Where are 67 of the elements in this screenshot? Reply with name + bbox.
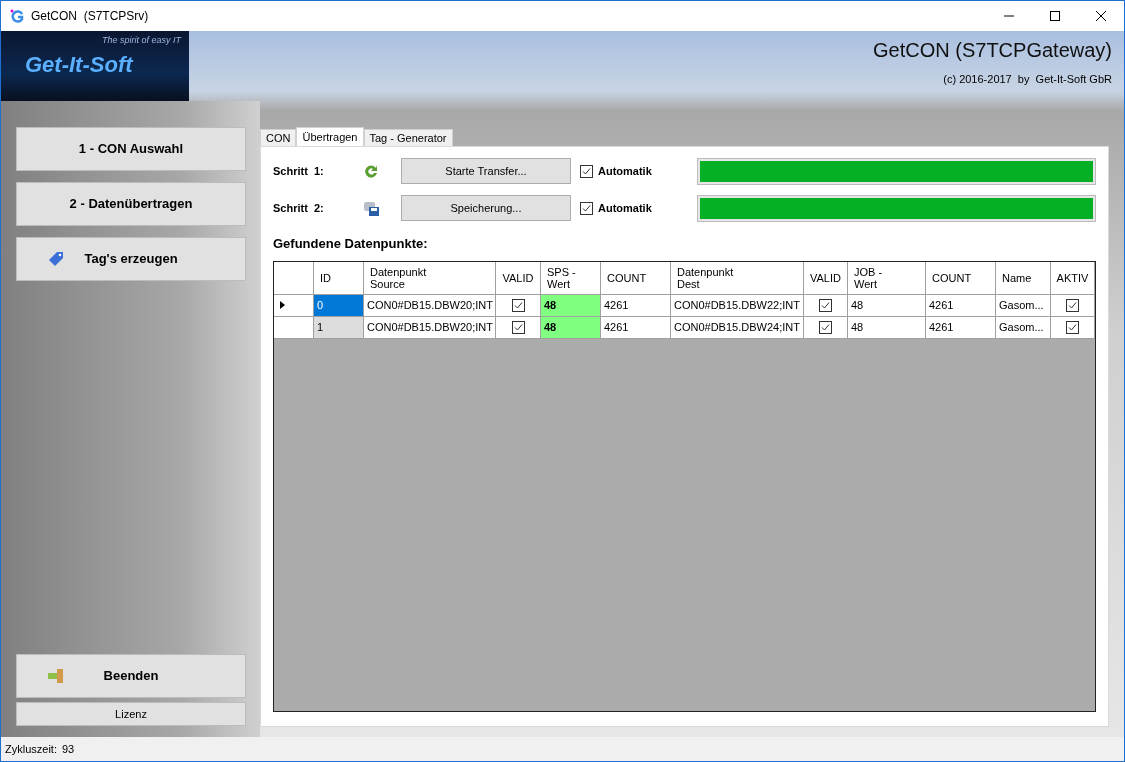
table-cell: CON0#DB15.DBW24;INT [671, 316, 804, 339]
cell-checkbox[interactable] [511, 298, 525, 312]
tab[interactable]: Übertragen [296, 127, 364, 146]
table-cell: 4261 [601, 294, 671, 317]
tab[interactable]: Tag - Generator [363, 129, 453, 146]
app-title: GetCON (S7TCPGateway) [873, 38, 1112, 63]
table-cell: Gasom... [996, 316, 1051, 339]
checkbox-label: Automatik [598, 200, 652, 216]
step-label: Schritt 2: [273, 200, 325, 216]
column-header[interactable]: COUNT [926, 261, 996, 295]
table-cell: 0 [314, 294, 364, 317]
table-cell: 48 [848, 294, 926, 317]
checkbox[interactable] [580, 164, 593, 178]
column-header[interactable]: JOB - Wert [848, 261, 926, 295]
section-title: Gefundene Datenpunkte: [273, 235, 429, 253]
row-pointer-icon [280, 301, 285, 309]
action-button[interactable]: Starte Transfer... [401, 158, 571, 184]
column-header[interactable]: ID [314, 261, 364, 295]
cell-checkbox[interactable] [1066, 320, 1079, 334]
column-header[interactable]: Name [996, 261, 1051, 295]
app-icon [9, 8, 25, 24]
window-title: GetCON (S7TCPSrv) [31, 8, 149, 25]
refresh-icon [363, 163, 379, 179]
step-label: Schritt 1: [273, 163, 325, 179]
door-icon [47, 668, 65, 684]
column-header[interactable]: VALID [804, 261, 848, 295]
tag-icon [47, 250, 65, 268]
checkbox-label: Automatik [598, 163, 652, 179]
table-cell: 1 [314, 316, 364, 339]
table-cell: 48 [541, 316, 601, 339]
status-label: Zykluszeit: [5, 741, 57, 757]
table-cell: 4261 [926, 316, 996, 339]
column-header[interactable]: SPS - Wert [541, 261, 601, 295]
tab[interactable]: CON [260, 129, 297, 146]
nav-button[interactable]: Tag's erzeugen [16, 237, 246, 281]
column-header[interactable]: Datenpunkt Source [364, 261, 496, 295]
table-cell: CON0#DB15.DBW22;INT [671, 294, 804, 317]
cell-checkbox[interactable] [1066, 298, 1079, 312]
column-header[interactable]: VALID [496, 261, 541, 295]
table-cell: CON0#DB15.DBW20;INT [364, 316, 496, 339]
close-icon [1096, 11, 1106, 21]
copyright-text: (c) 2016-2017 by Get-It-Soft GbR [943, 72, 1112, 87]
row-header[interactable] [274, 316, 314, 339]
license-button[interactable]: Lizenz [16, 702, 246, 726]
row-header[interactable] [274, 294, 314, 317]
exit-button[interactable]: Beenden [16, 654, 246, 698]
maximize-icon [1050, 11, 1060, 21]
table-cell: 4261 [601, 316, 671, 339]
nav-button[interactable]: 1 - CON Auswahl [16, 127, 246, 171]
status-value: 93 [61, 741, 75, 757]
column-header[interactable]: AKTIV [1051, 261, 1095, 295]
table-cell: 48 [541, 294, 601, 317]
nav-button[interactable]: 2 - Datenübertragen [16, 182, 246, 226]
table-cell: 48 [848, 316, 926, 339]
cell-checkbox[interactable] [511, 320, 525, 334]
disk-icon [363, 200, 380, 216]
checkbox[interactable] [580, 201, 593, 215]
action-button[interactable]: Speicherung... [401, 195, 571, 221]
column-header[interactable]: Datenpunkt Dest [671, 261, 804, 295]
column-header[interactable]: COUNT [601, 261, 671, 295]
logo-slogan: The spirit of easy IT [101, 34, 181, 47]
cell-checkbox[interactable] [819, 298, 832, 312]
table-cell: 4261 [926, 294, 996, 317]
table-cell: Gasom... [996, 294, 1051, 317]
table-cell: CON0#DB15.DBW20;INT [364, 294, 496, 317]
cell-checkbox[interactable] [819, 320, 832, 334]
logo-text: Get-It-Soft [25, 53, 135, 76]
